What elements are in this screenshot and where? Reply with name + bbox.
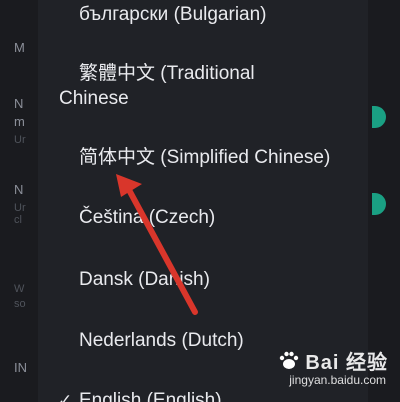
baidu-watermark: Bai 经验 jingyan.baidu.com xyxy=(272,346,392,396)
annotation-arrow-icon xyxy=(116,174,198,315)
watermark-url: jingyan.baidu.com xyxy=(289,373,386,387)
watermark-logo-text: Bai 经验 xyxy=(305,352,388,374)
paw-logo-icon xyxy=(279,351,299,369)
